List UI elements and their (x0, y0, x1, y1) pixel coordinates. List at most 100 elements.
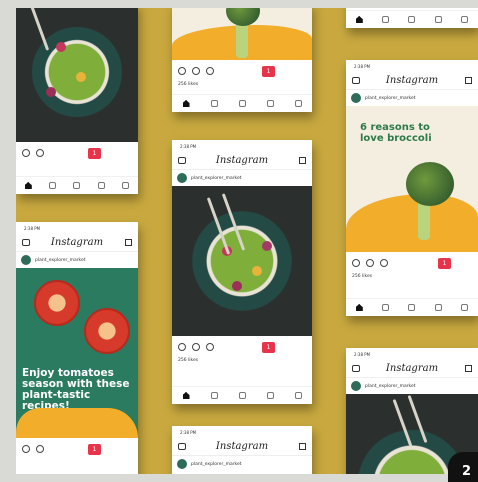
direct-message-icon[interactable] (465, 365, 472, 372)
like-icon[interactable] (352, 259, 360, 267)
comment-icon[interactable] (36, 445, 44, 453)
account-name[interactable]: plant_explorer_market (191, 176, 242, 181)
profile-icon[interactable] (122, 182, 130, 189)
likes-count: 256 likes (178, 82, 199, 87)
avatar[interactable] (177, 173, 187, 183)
camera-icon[interactable] (178, 443, 186, 450)
likes-count: 256 likes (352, 274, 373, 279)
post-actions: 1 (16, 438, 138, 460)
reels-icon[interactable] (408, 304, 416, 311)
page-number-badge: 2 (448, 452, 478, 482)
account-row[interactable]: plant_explorer_market (16, 252, 138, 268)
heart-icon[interactable] (434, 16, 442, 23)
like-icon[interactable] (178, 67, 186, 75)
phone-left-top: 1 (16, 8, 138, 194)
post-actions: 1 (172, 336, 312, 358)
ig-header: Instagram (346, 72, 478, 90)
phone-left-bottom: 2:38 PM Instagram plant_explorer_market … (16, 222, 138, 474)
status-bar: 2:38 PM (346, 60, 478, 72)
like-icon[interactable] (22, 149, 30, 157)
ig-logo: Instagram (215, 441, 269, 452)
tab-bar (16, 176, 138, 194)
broccoli-headline: 6 reasons to love broccoli (360, 122, 432, 144)
reels-icon[interactable] (238, 392, 246, 399)
home-icon[interactable] (182, 392, 190, 399)
profile-icon[interactable] (461, 304, 469, 311)
home-icon[interactable] (182, 100, 190, 107)
comment-icon[interactable] (36, 149, 44, 157)
direct-message-icon[interactable] (299, 157, 306, 164)
tab-bar (346, 298, 478, 316)
phone-right-broccoli: 2:38 PM Instagram plant_explorer_market … (346, 60, 478, 316)
comment-icon[interactable] (192, 343, 200, 351)
heart-icon[interactable] (266, 392, 274, 399)
status-bar: 2:38 PM (346, 348, 478, 360)
profile-icon[interactable] (294, 392, 302, 399)
ig-header: Instagram (16, 234, 138, 252)
comment-icon[interactable] (366, 259, 374, 267)
direct-message-icon[interactable] (299, 443, 306, 450)
notification-badge: 1 (88, 148, 101, 159)
account-row[interactable]: plant_explorer_market (346, 90, 478, 106)
heart-icon[interactable] (97, 182, 105, 189)
reels-icon[interactable] (73, 182, 81, 189)
tomato-post-text: Enjoy tomatoes season with these plant-t… (22, 367, 130, 412)
account-row[interactable]: plant_explorer_market (172, 456, 312, 472)
avatar[interactable] (177, 459, 187, 469)
status-time: 2:38 PM (24, 225, 41, 231)
post-actions: 1 (346, 252, 478, 274)
account-name[interactable]: plant_explorer_market (35, 258, 86, 263)
tomato-post-image: Enjoy tomatoes season with these plant-t… (16, 268, 138, 438)
share-icon[interactable] (206, 343, 214, 351)
notification-badge: 1 (438, 258, 451, 269)
camera-icon[interactable] (352, 77, 360, 84)
tab-bar (172, 386, 312, 404)
camera-icon[interactable] (352, 365, 360, 372)
status-time: 2:38 PM (180, 143, 197, 149)
search-icon[interactable] (382, 304, 390, 311)
account-row[interactable]: plant_explorer_market (346, 378, 478, 394)
search-icon[interactable] (382, 16, 390, 23)
profile-icon[interactable] (294, 100, 302, 107)
heart-icon[interactable] (266, 100, 274, 107)
ig-logo: Instagram (385, 75, 439, 86)
home-icon[interactable] (355, 304, 363, 311)
search-icon[interactable] (210, 100, 218, 107)
search-icon[interactable] (210, 392, 218, 399)
account-name[interactable]: plant_explorer_market (365, 96, 416, 101)
phone-right-top (346, 8, 478, 28)
account-row[interactable]: plant_explorer_market (172, 170, 312, 186)
heart-icon[interactable] (434, 304, 442, 311)
home-icon[interactable] (24, 182, 32, 189)
ig-header: Instagram (346, 360, 478, 378)
share-icon[interactable] (206, 67, 214, 75)
account-name[interactable]: plant_explorer_market (365, 384, 416, 389)
reels-icon[interactable] (408, 16, 416, 23)
home-icon[interactable] (355, 16, 363, 23)
notification-badge: 1 (262, 66, 275, 77)
avatar[interactable] (351, 93, 361, 103)
yellow-cloud-shape (16, 408, 138, 438)
profile-icon[interactable] (461, 16, 469, 23)
direct-message-icon[interactable] (125, 239, 132, 246)
like-icon[interactable] (178, 343, 186, 351)
tomato-illustration (34, 280, 80, 326)
reels-icon[interactable] (238, 100, 246, 107)
share-icon[interactable] (380, 259, 388, 267)
camera-icon[interactable] (22, 239, 30, 246)
search-icon[interactable] (49, 182, 57, 189)
status-bar: 2:38 PM (172, 426, 312, 438)
avatar[interactable] (21, 255, 31, 265)
camera-icon[interactable] (178, 157, 186, 164)
avatar[interactable] (351, 381, 361, 391)
direct-message-icon[interactable] (465, 77, 472, 84)
broccoli-illustration (226, 8, 260, 26)
mockup-canvas: 1 2:38 PM Instagram plant_explorer_marke… (16, 8, 478, 474)
ig-logo: Instagram (215, 155, 269, 166)
phone-center-top: 1 256 likes (172, 8, 312, 112)
tab-bar (172, 94, 312, 112)
comment-icon[interactable] (192, 67, 200, 75)
broccoli-illustration (406, 162, 454, 206)
account-name[interactable]: plant_explorer_market (191, 462, 242, 467)
like-icon[interactable] (22, 445, 30, 453)
